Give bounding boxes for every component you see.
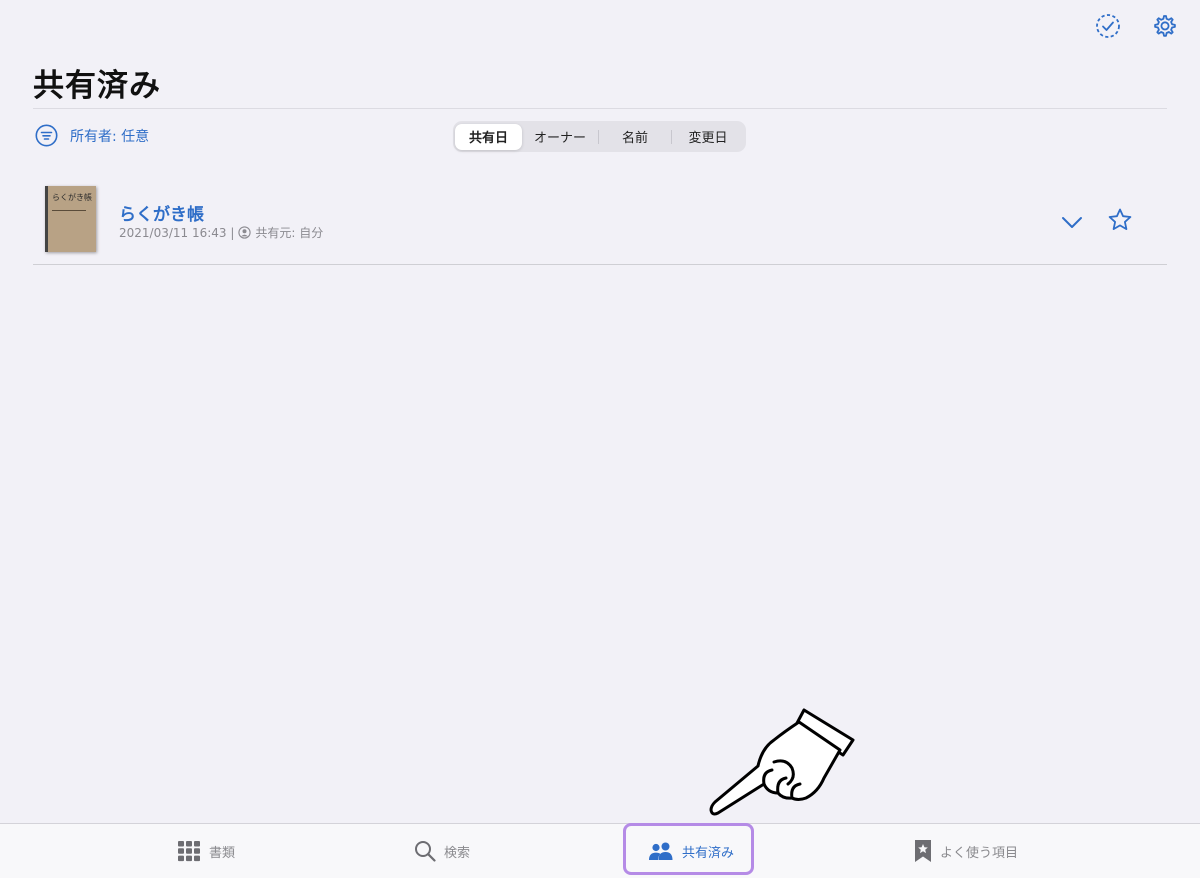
tab-favorites-label: よく使う項目 [940,845,1019,861]
search-icon [414,840,436,862]
row-divider [33,264,1167,265]
tab-documents[interactable]: 書類 [177,840,235,862]
select-icon[interactable] [1094,12,1122,40]
sort-segmented-control: 共有日 オーナー 名前 変更日 [453,121,746,152]
thumbnail-label: らくがき帳 [52,193,92,202]
tab-favorites[interactable]: よく使う項目 [914,839,1018,863]
document-row[interactable]: らくがき帳 らくがき帳 2021/03/11 16:43 | 共有元: 自分 [33,178,1167,264]
tab-search-label: 検索 [444,845,471,861]
shared-from: 共有元: 自分 [255,226,324,240]
title-divider [33,108,1167,109]
thumbnail-line [52,210,86,211]
chevron-down-icon[interactable] [1060,210,1084,234]
tab-highlight-frame [623,823,754,875]
tab-documents-label: 書類 [209,845,236,861]
notebook-thumbnail[interactable]: らくがき帳 [45,186,96,252]
star-icon[interactable] [1107,207,1133,233]
tab-search[interactable]: 検索 [414,840,470,862]
owner-filter[interactable]: 所有者: 任意 [35,124,149,147]
pointing-hand-icon [706,700,856,818]
grid-icon [177,840,201,862]
sort-option-owner[interactable]: オーナー [522,124,598,150]
document-date: 2021/03/11 16:43 | [119,225,235,240]
bookmark-star-icon [914,839,932,863]
page-title: 共有済み [33,68,161,104]
shared-person-icon [238,226,252,239]
gear-icon[interactable] [1151,12,1179,40]
sort-option-modified-date[interactable]: 変更日 [672,124,744,150]
filter-lines-icon [35,124,58,147]
owner-filter-label: 所有者: 任意 [70,128,150,145]
document-title[interactable]: らくがき帳 [119,200,204,225]
sort-option-name[interactable]: 名前 [599,124,671,150]
document-meta: 2021/03/11 16:43 | 共有元: 自分 [119,224,323,241]
sort-option-shared-date[interactable]: 共有日 [455,123,522,150]
